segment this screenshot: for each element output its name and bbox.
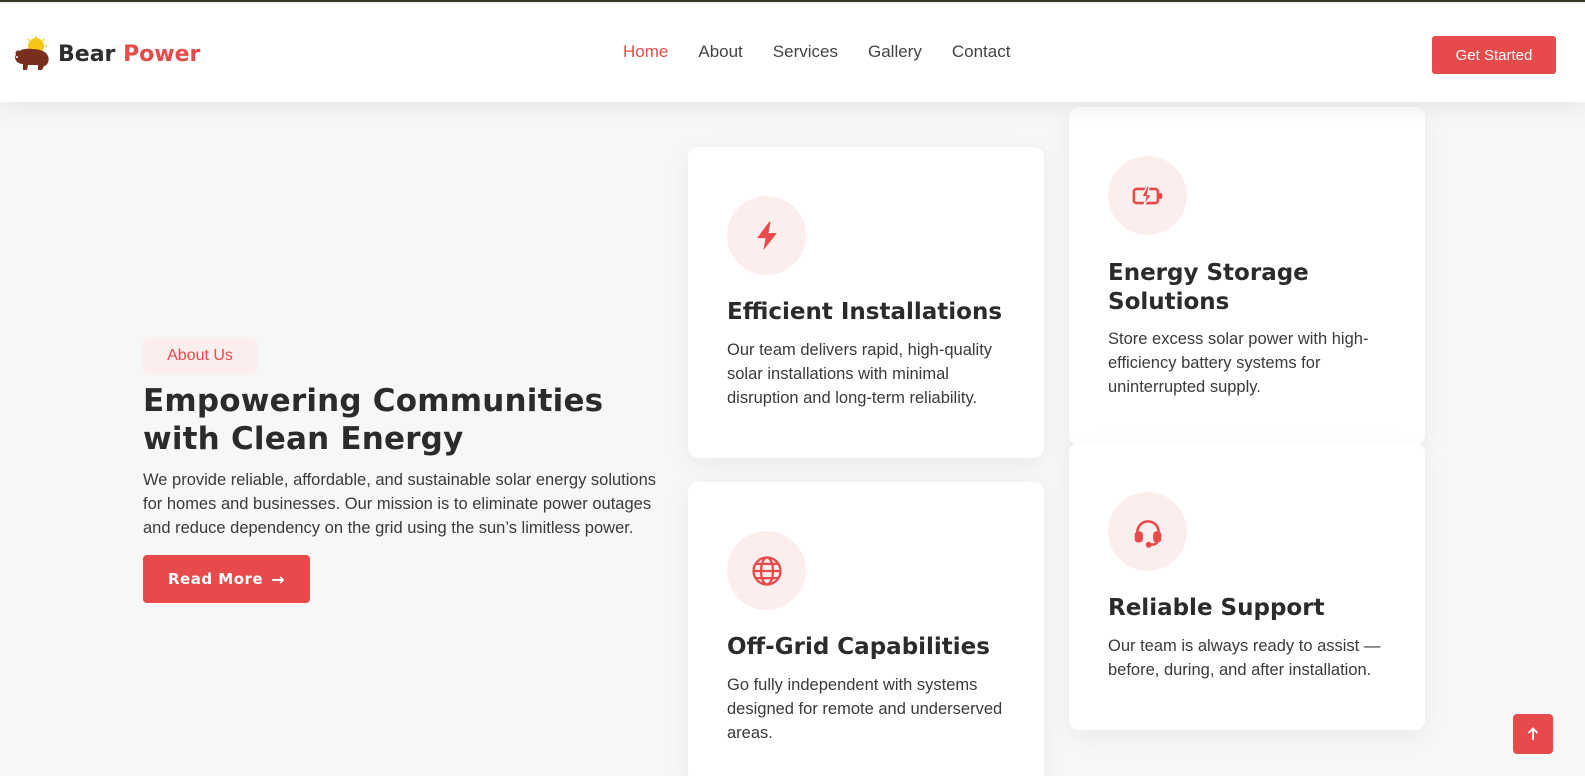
feature-card-text: Our team is always ready to assist — bef… <box>1108 637 1381 679</box>
section-badge: About Us <box>143 337 257 375</box>
feature-card-title: Energy Storage Solutions <box>1108 260 1309 315</box>
nav-item-about[interactable]: About <box>698 42 742 62</box>
headset-icon <box>1108 492 1187 571</box>
feature-card-text: Store excess solar power with high-effic… <box>1108 330 1369 396</box>
brand-logo[interactable]: Bear Power <box>12 36 200 72</box>
brand-name-part1: Bear <box>58 41 116 67</box>
hero-headline: Empowering Communities with Clean Energy <box>143 383 604 457</box>
hero-description: We provide reliable, affordable, and sus… <box>143 471 657 537</box>
feature-card-support: Reliable Support Our team is always read… <box>1069 443 1425 730</box>
arrow-up-icon <box>1527 727 1539 740</box>
feature-card-text: Our team delivers rapid, high-quality so… <box>727 341 993 407</box>
nav-item-home[interactable]: Home <box>623 42 668 62</box>
feature-card-offgrid: Off-Grid Capabilities Go fully independe… <box>688 482 1044 776</box>
brand-name: Bear Power <box>58 42 200 67</box>
battery-charging-icon <box>1108 156 1187 235</box>
feature-card-installations: Efficient Installations Our team deliver… <box>688 147 1044 458</box>
read-more-label: Read More <box>167 570 264 588</box>
feature-card-title: Reliable Support <box>1108 595 1325 621</box>
globe-icon <box>727 531 806 610</box>
bear-logo-icon <box>15 36 49 70</box>
feature-card-text: Go fully independent with systems design… <box>727 676 1003 742</box>
nav-item-contact[interactable]: Contact <box>952 42 1011 62</box>
arrow-right-icon: → <box>271 569 285 589</box>
brand-name-part2: Power <box>123 41 201 67</box>
feature-card-title: Efficient Installations <box>727 299 1003 325</box>
nav-item-services[interactable]: Services <box>773 42 838 62</box>
nav-item-gallery[interactable]: Gallery <box>868 42 922 62</box>
get-started-button[interactable]: Get Started <box>1432 36 1556 74</box>
site-header: Bear Power Home About Services Gallery C… <box>0 4 1585 102</box>
lightning-icon <box>727 196 806 275</box>
feature-card-title: Off-Grid Capabilities <box>727 634 990 660</box>
scroll-to-top-button[interactable] <box>1513 714 1553 754</box>
read-more-button[interactable]: Read More → <box>143 555 310 603</box>
feature-card-storage: Energy Storage Solutions Store excess so… <box>1069 107 1425 445</box>
main-nav: Home About Services Gallery Contact <box>623 42 1040 62</box>
